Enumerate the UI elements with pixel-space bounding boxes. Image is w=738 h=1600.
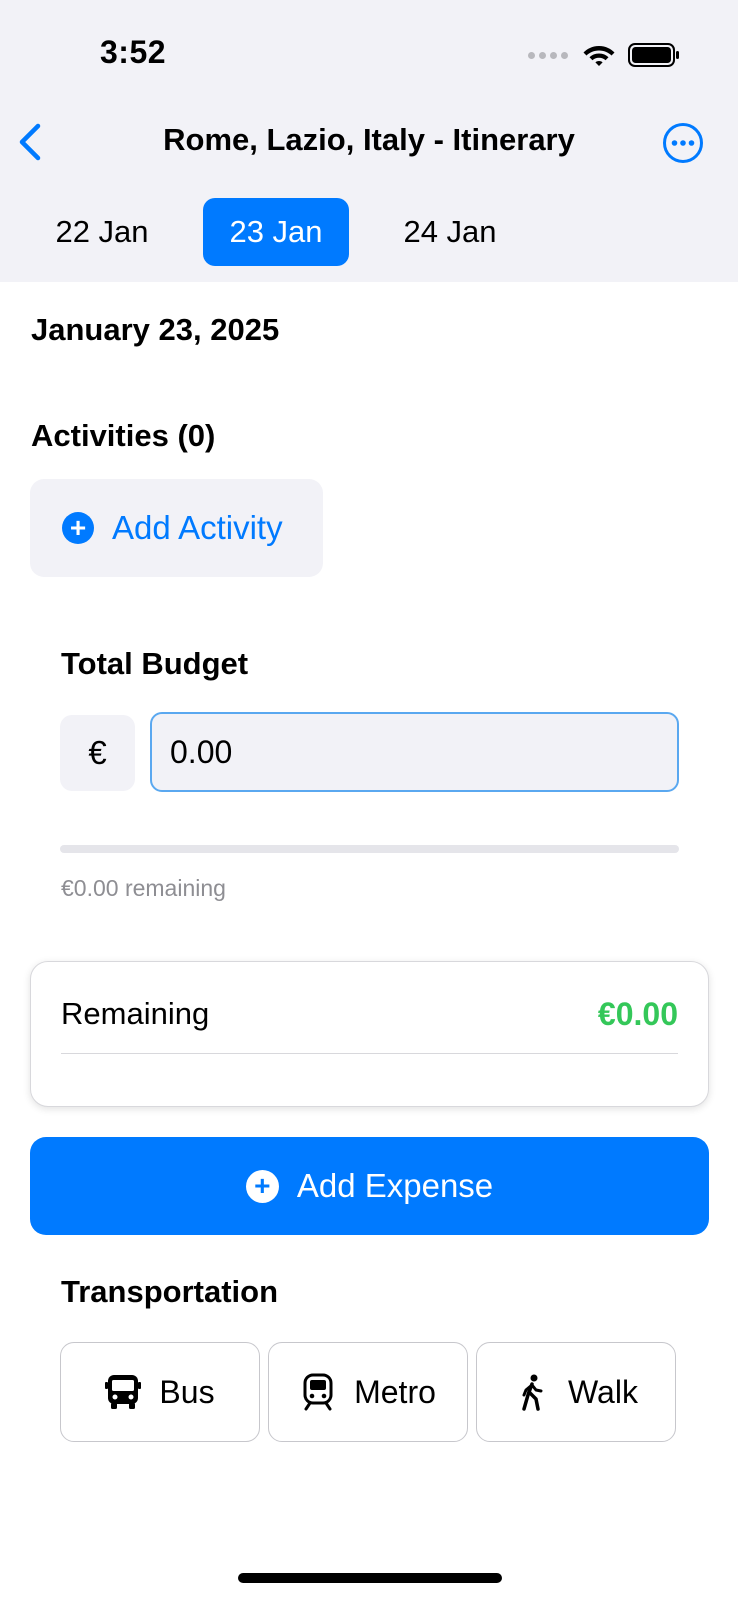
bus-icon — [105, 1375, 142, 1409]
plus-circle-icon: + — [62, 512, 94, 544]
battery-icon — [628, 43, 679, 67]
add-expense-label: Add Expense — [296, 1167, 494, 1204]
budget-progress-bar — [60, 845, 679, 853]
add-expense-button[interactable]: + Add Expense — [30, 1137, 709, 1235]
page-title: Rome, Lazio, Italy - Itinerary — [163, 122, 575, 157]
status-time: 3:52 — [100, 34, 167, 70]
transportation-heading: Transportation — [61, 1274, 279, 1309]
remaining-card: Remaining €0.00 — [30, 961, 709, 1107]
remaining-value: €0.00 — [597, 996, 678, 1032]
date-tab-24-jan[interactable]: 24 Jan — [382, 198, 518, 266]
more-options-icon[interactable] — [662, 122, 704, 164]
total-budget-heading: Total Budget — [61, 646, 249, 681]
walking-person-icon — [522, 1374, 543, 1411]
transport-walk-label: Walk — [568, 1373, 638, 1410]
wifi-icon — [583, 46, 615, 66]
divider — [61, 1053, 678, 1054]
transport-metro-label: Metro — [354, 1373, 436, 1410]
transport-walk-button[interactable]: Walk — [476, 1342, 676, 1442]
tram-icon — [303, 1373, 333, 1411]
add-activity-button[interactable]: + Add Activity — [30, 479, 323, 577]
plus-circle-icon: + — [245, 1169, 279, 1203]
date-tab-23-jan[interactable]: 23 Jan — [203, 198, 349, 266]
transport-bus-button[interactable]: Bus — [60, 1342, 260, 1442]
currency-selector[interactable]: € — [60, 715, 135, 791]
cellular-signal-icon — [528, 51, 568, 59]
activities-heading: Activities (0) — [31, 418, 216, 453]
transport-metro-button[interactable]: Metro — [268, 1342, 468, 1442]
day-date-heading: January 23, 2025 — [31, 312, 280, 347]
budget-amount-input[interactable] — [150, 712, 679, 792]
remaining-label: Remaining — [61, 996, 210, 1031]
transport-bus-label: Bus — [159, 1373, 215, 1410]
status-icons — [528, 40, 680, 70]
remaining-note: €0.00 remaining — [61, 875, 226, 901]
date-tab-22-jan[interactable]: 22 Jan — [34, 198, 170, 266]
home-indicator — [238, 1573, 502, 1583]
add-activity-label: Add Activity — [112, 509, 283, 546]
